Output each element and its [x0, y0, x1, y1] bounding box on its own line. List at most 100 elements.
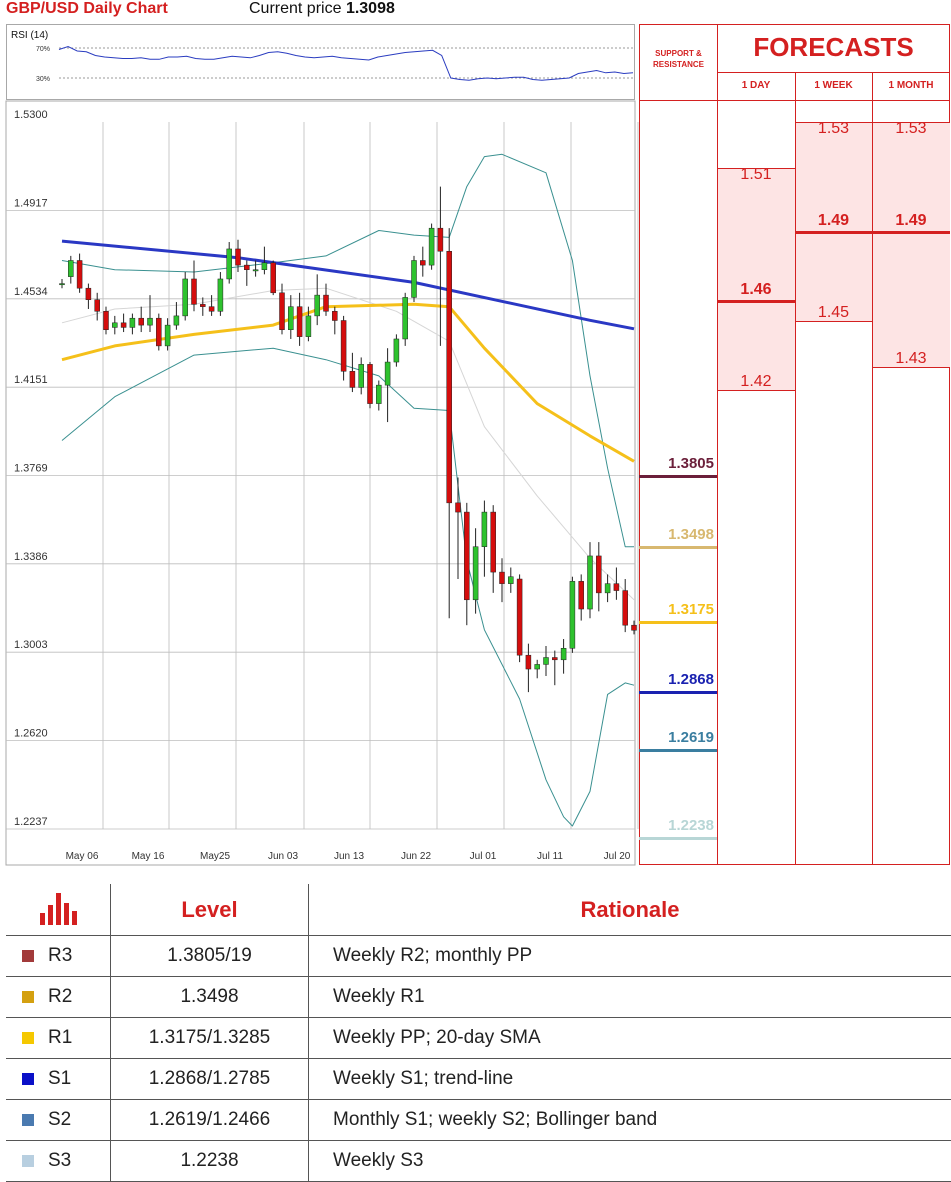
candle-body [491, 512, 496, 572]
level-color-swatch [22, 1032, 34, 1044]
level-color-swatch [22, 991, 34, 1003]
support-resistance-title: SUPPORT & RESISTANCE [639, 48, 718, 70]
forecasts-header-divider [717, 100, 950, 101]
candle-body [174, 316, 179, 325]
level-code-cell: S2 [6, 1100, 111, 1141]
level-value: 1.2238 [111, 1141, 309, 1182]
x-tick-label: Jun 22 [401, 851, 431, 862]
candle-body [473, 547, 478, 600]
candle-body [104, 311, 109, 329]
candle-body [596, 556, 601, 593]
forecast-key-line [718, 300, 795, 303]
level-code: S1 [48, 1068, 71, 1089]
level-code: R2 [48, 986, 72, 1007]
table-row: S11.2868/1.2785Weekly S1; trend-line [6, 1059, 951, 1100]
sr-level-value: 1.2619 [639, 729, 718, 746]
candle-body [165, 325, 170, 346]
levels-table: Level Rationale R31.3805/19Weekly R2; mo… [6, 884, 951, 1182]
table-row: S31.2238Weekly S3 [6, 1141, 951, 1182]
level-color-swatch [22, 1114, 34, 1126]
candle-body [412, 260, 417, 297]
candle-body [244, 265, 249, 270]
table-row: R1 1.3175/1.3285Weekly PP; 20-day SMA [6, 1018, 951, 1059]
level-rationale: Monthly S1; weekly S2; Bollinger band [309, 1100, 951, 1141]
x-tick-label: May 06 [66, 851, 99, 862]
rsi-line [59, 47, 633, 81]
level-color-swatch [22, 950, 34, 962]
forecast-horizon-label: 1 WEEK [795, 80, 872, 91]
candle-body [605, 584, 610, 593]
candle-body [464, 512, 469, 600]
candle-body [86, 288, 91, 300]
level-rationale: Weekly R1 [309, 977, 951, 1018]
level-code-cell: S3 [6, 1141, 111, 1182]
candle-body [77, 260, 82, 288]
level-rationale: Weekly R2; monthly PP [309, 936, 951, 977]
sr-level-line [639, 837, 718, 840]
candle-body [306, 316, 311, 337]
candle-body [148, 318, 153, 325]
price-chart-frame [6, 101, 635, 865]
candle-body [561, 648, 566, 660]
x-tick-label: May25 [200, 851, 230, 862]
table-row: R31.3805/19Weekly R2; monthly PP [6, 936, 951, 977]
candle-body [420, 260, 425, 265]
level-value: 1.2868/1.2785 [111, 1059, 309, 1100]
forecast-value: 1.43 [872, 350, 950, 368]
sr-level-line [639, 749, 718, 752]
candle-body [121, 323, 126, 328]
forecast-horizon-label: 1 DAY [717, 80, 795, 91]
candle-body [218, 279, 223, 311]
table-row: S21.2619/1.2466Monthly S1; weekly S2; Bo… [6, 1100, 951, 1141]
y-tick-label: 1.4151 [14, 374, 48, 386]
candle-body [385, 362, 390, 385]
rationale-header: Rationale [309, 884, 951, 936]
forecast-horizon-label: 1 MONTH [872, 80, 950, 91]
candle-body [579, 581, 584, 609]
level-code: R1 [48, 1027, 72, 1048]
forecasts-title-divider [717, 72, 950, 73]
candle-body [508, 577, 513, 584]
sr-level-line [639, 621, 718, 624]
level-code-cell: R2 [6, 977, 111, 1018]
forecast-key-line [873, 231, 950, 234]
candle-body [236, 249, 241, 265]
candle-body [456, 503, 461, 512]
forecast-value: 1.53 [795, 120, 872, 138]
sr-level-value: 1.2868 [639, 671, 718, 688]
candle-body [95, 300, 100, 312]
candle-body [262, 263, 267, 270]
x-tick-label: Jul 11 [537, 851, 563, 862]
rsi-level-label: 30% [36, 76, 50, 83]
candle-body [517, 579, 522, 655]
candle-body [394, 339, 399, 362]
forecast-value: 1.49 [795, 212, 872, 230]
level-value: 1.3175/1.3285 [111, 1018, 309, 1059]
candle-body [68, 260, 73, 276]
candle-body [156, 318, 161, 346]
bar-chart-icon [6, 884, 111, 936]
sr-level-value: 1.3498 [639, 526, 718, 543]
sr-level-value: 1.2238 [639, 817, 718, 834]
x-tick-label: Jul 01 [470, 851, 497, 862]
candle-body [438, 228, 443, 251]
sr-level-value: 1.3805 [639, 455, 718, 472]
candle-body [403, 297, 408, 339]
candle-body [332, 311, 337, 320]
level-header: Level [111, 884, 309, 936]
level-code: R3 [48, 945, 72, 966]
sr-level-value: 1.3175 [639, 601, 718, 618]
y-tick-label: 1.5300 [14, 109, 48, 121]
sr-level-line [639, 691, 718, 694]
candle-body [570, 581, 575, 648]
candle-body [623, 591, 628, 626]
forecasts-title: FORECASTS [717, 32, 950, 63]
level-rationale: Weekly PP; 20-day SMA [309, 1018, 951, 1059]
candle-body [359, 364, 364, 387]
x-tick-label: Jul 20 [604, 851, 631, 862]
candle-body [588, 556, 593, 609]
x-tick-label: May 16 [132, 851, 165, 862]
candle-body [139, 318, 144, 325]
forecast-key-line [796, 231, 872, 234]
level-code-cell: R3 [6, 936, 111, 977]
